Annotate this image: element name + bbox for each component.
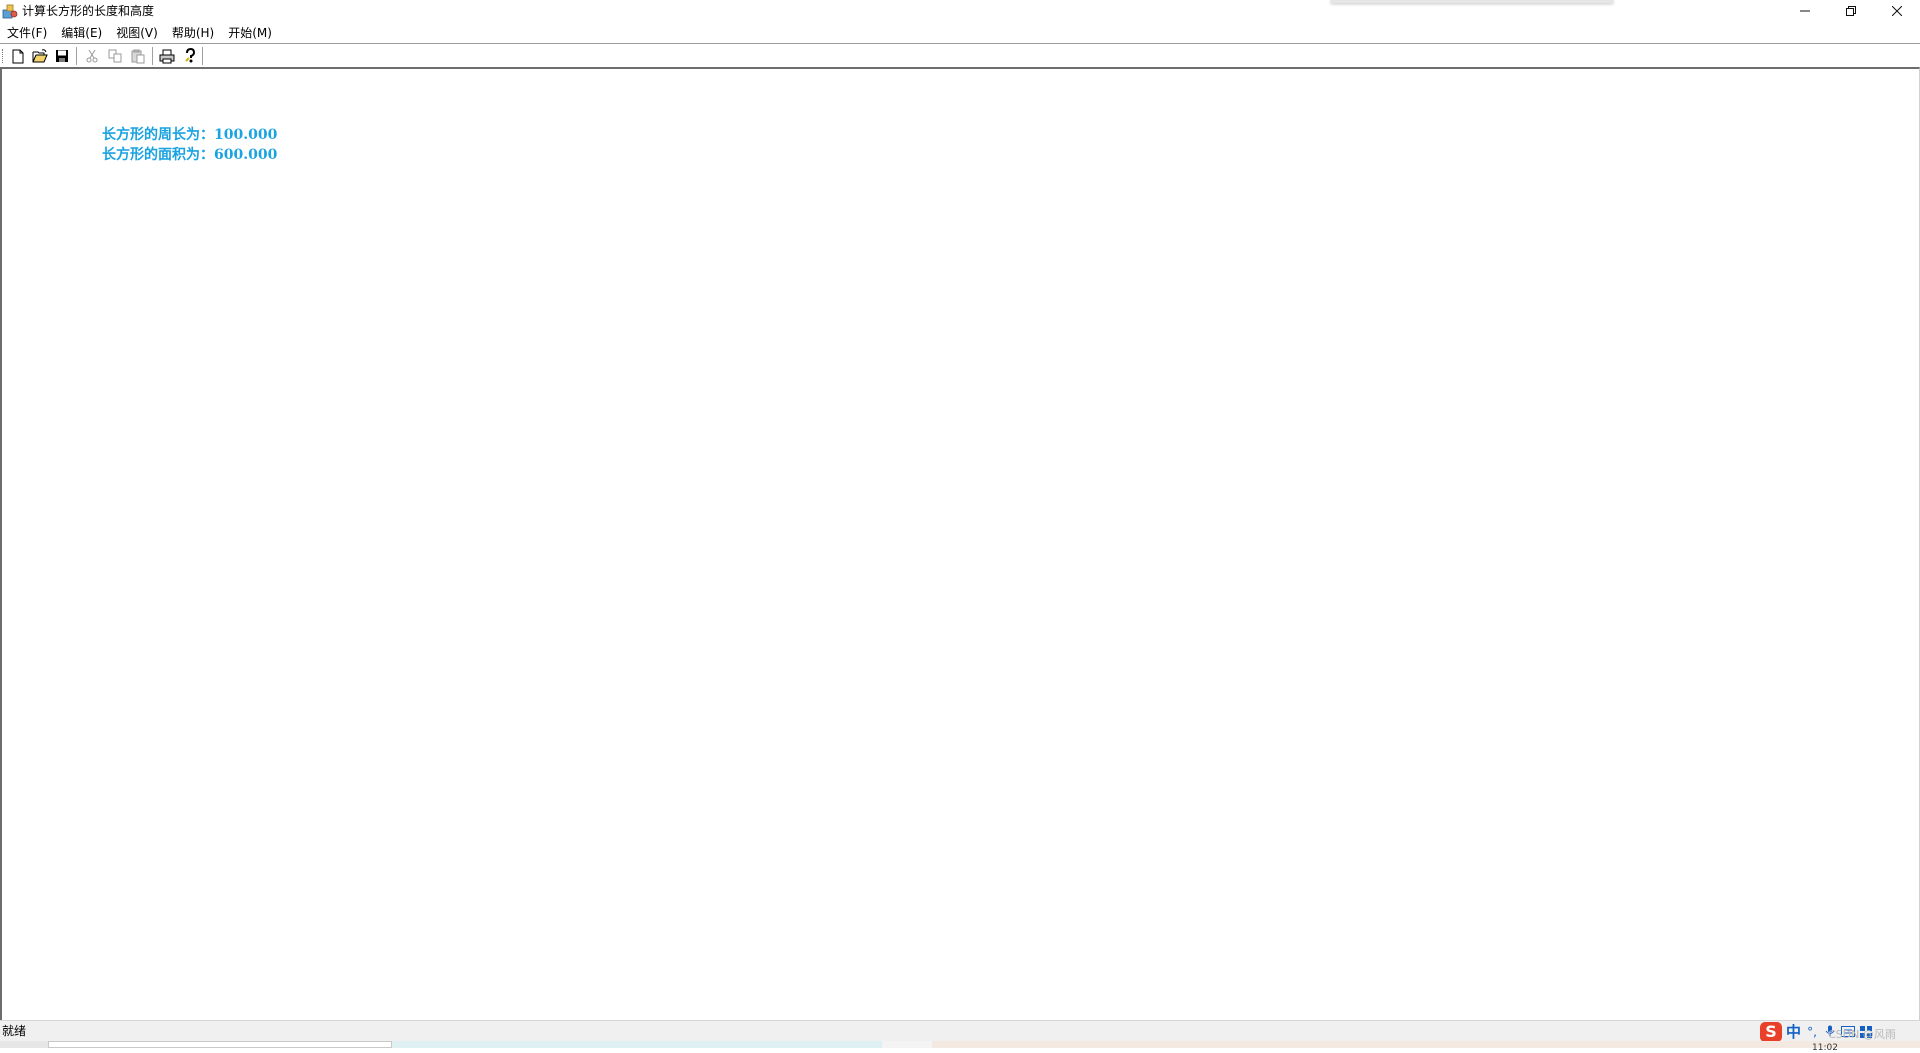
menu-start[interactable]: 开始(M) bbox=[221, 23, 279, 43]
toolbar-separator bbox=[76, 47, 78, 65]
open-button[interactable] bbox=[31, 47, 49, 65]
print-icon bbox=[159, 49, 175, 63]
cut-icon bbox=[86, 49, 98, 63]
restore-icon bbox=[1846, 6, 1856, 16]
help-icon bbox=[185, 48, 196, 63]
menu-view[interactable]: 视图(V) bbox=[109, 23, 165, 43]
close-button[interactable] bbox=[1874, 0, 1920, 22]
cut-button[interactable] bbox=[83, 47, 101, 65]
help-button[interactable] bbox=[181, 47, 199, 65]
toolbar bbox=[0, 43, 1920, 67]
clock-partial: 11:02 bbox=[1812, 1043, 1838, 1053]
copy-button[interactable] bbox=[106, 47, 124, 65]
menu-file[interactable]: 文件(F) bbox=[0, 23, 54, 43]
restore-button[interactable] bbox=[1828, 0, 1874, 22]
area-output: 长方形的面积为：600.000 bbox=[102, 147, 278, 163]
open-folder-icon bbox=[32, 48, 48, 62]
paste-button[interactable] bbox=[129, 47, 147, 65]
status-bar: 就绪 S 中 °, bbox=[0, 1020, 1920, 1042]
menu-edit[interactable]: 编辑(E) bbox=[54, 23, 109, 43]
save-icon bbox=[56, 50, 68, 62]
sogou-ime-icon[interactable]: S bbox=[1760, 1021, 1782, 1042]
punctuation-icon[interactable]: °, bbox=[1805, 1025, 1819, 1039]
new-file-icon bbox=[12, 49, 24, 63]
title-bar: 计算长方形的长度和高度 bbox=[0, 0, 1920, 22]
minimize-button[interactable] bbox=[1782, 0, 1828, 22]
taskbar-strip bbox=[0, 1041, 1920, 1048]
client-area[interactable] bbox=[0, 67, 1920, 1020]
paste-icon bbox=[131, 49, 144, 63]
toolbar-separator bbox=[152, 47, 154, 65]
menu-help[interactable]: 帮助(H) bbox=[165, 23, 221, 43]
ime-mode-indicator[interactable]: 中 bbox=[1786, 1021, 1801, 1042]
watermark: CSDN @风雨 bbox=[1828, 1028, 1896, 1041]
minimize-icon bbox=[1800, 10, 1810, 12]
menu-bar: 文件(F) 编辑(E) 视图(V) 帮助(H) 开始(M) bbox=[0, 22, 1920, 43]
status-text: 就绪 bbox=[2, 1024, 27, 1038]
toolbar-grip[interactable] bbox=[2, 49, 5, 63]
copy-icon bbox=[108, 49, 121, 63]
toolbar-end bbox=[202, 47, 203, 65]
floating-popup-edge bbox=[1330, 0, 1614, 3]
close-icon bbox=[1892, 6, 1902, 16]
new-file-button[interactable] bbox=[9, 47, 27, 65]
app-icon[interactable] bbox=[2, 3, 18, 19]
perimeter-output: 长方形的周长为：100.000 bbox=[102, 127, 278, 143]
save-button[interactable] bbox=[53, 47, 71, 65]
window-title: 计算长方形的长度和高度 bbox=[22, 4, 155, 18]
print-button[interactable] bbox=[158, 47, 176, 65]
